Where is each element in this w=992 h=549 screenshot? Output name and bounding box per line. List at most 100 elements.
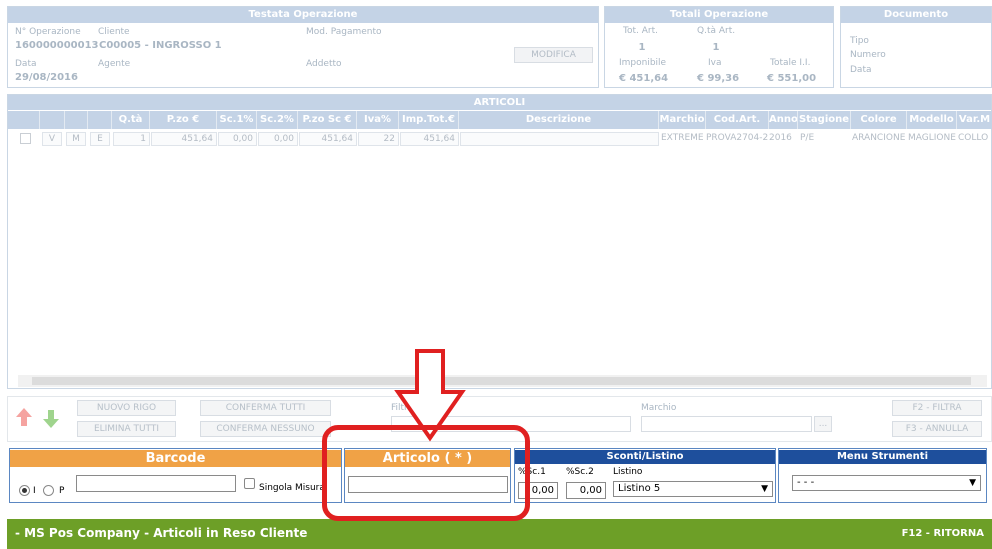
data-label: Data [15,59,37,69]
documento-title: Documento [841,7,991,23]
marchio-filter-label: Marchio [641,403,677,413]
col-m [65,111,88,129]
menu-strumenti-panel: Menu Strumenti - - - ▼ [778,448,987,503]
nuovo-rigo-button[interactable]: NUOVO RIGO [77,400,176,416]
col-anno: Anno [769,111,798,129]
operazione-value: 160000000013 [15,40,99,51]
row-iva[interactable]: 22 [358,132,399,146]
table-row[interactable]: V M E 1 451,64 0,00 0,00 451,64 22 451,6… [8,132,992,146]
row-checkbox[interactable] [20,133,31,144]
elimina-tutti-button[interactable]: ELIMINA TUTTI [77,421,176,437]
listino-select[interactable]: Listino 5 ▼ [613,481,773,497]
modifica-button[interactable]: MODIFICA [514,47,593,63]
arrow-up-icon[interactable] [15,407,33,427]
chevron-down-icon: ▼ [969,478,976,488]
testata-title: Testata Operazione [8,7,598,23]
col-check [8,111,40,129]
status-footer: - MS Pos Company - Articoli in Reso Clie… [7,519,992,549]
qta-art-value: 1 [712,42,720,53]
tipo-label: Tipo [850,36,869,46]
cliente-label: Cliente [98,27,130,37]
col-iva: Iva% [357,111,399,129]
radio-p[interactable] [43,485,54,496]
arrow-down-icon[interactable] [42,409,60,429]
sconti-panel: Sconti/Listino %Sc.1 %Sc.2 Listino 0,00 … [514,448,776,503]
iva-value: € 99,36 [697,73,740,84]
row-stagione: P/E [800,133,815,143]
f2-filtra-button[interactable]: F2 - FILTRA [892,400,982,416]
qta-art-label: Q.tà Art. [697,26,736,36]
agente-label: Agente [98,59,131,69]
conferma-nessuno-button[interactable]: CONFERMA NESSUNO [200,421,331,437]
tot-art-label: Tot. Art. [623,26,658,36]
row-cod-art: PROVA2704-2 [706,133,769,143]
row-sc1[interactable]: 0,00 [218,132,257,146]
pagamento-label: Mod. Pagamento [306,27,382,37]
addetto-label: Addetto [306,59,342,69]
row-var: COLLO [958,133,989,143]
radio-i-dot [22,488,27,493]
sc2-input[interactable]: 0,00 [566,482,606,499]
horizontal-scrollbar[interactable] [18,375,987,387]
footer-title: - MS Pos Company - Articoli in Reso Clie… [15,526,308,540]
imponibile-label: Imponibile [619,58,667,68]
col-marchio: Marchio [659,111,706,129]
chevron-down-icon: ▼ [761,484,768,494]
col-var: Var.M [957,111,992,129]
col-stagione: Stagione [798,111,851,129]
documento-panel: Documento Tipo Numero Data [840,6,992,88]
row-e-button[interactable]: E [90,132,110,146]
barcode-panel: Barcode I P Singola Misura [9,448,342,503]
barcode-title: Barcode [10,450,341,467]
col-sc1: Sc.1% [217,111,257,129]
singola-misura-label: Singola Misura [259,483,325,493]
row-descrizione[interactable] [460,132,659,146]
totale-label: Totale I.I. [770,58,811,68]
col-qta: Q.tà [112,111,150,129]
row-sc2[interactable]: 0,00 [258,132,298,146]
singola-misura-checkbox[interactable] [244,478,255,489]
col-prezzo: P.zo € [150,111,217,129]
row-v-button[interactable]: V [42,132,62,146]
col-sc2: Sc.2% [257,111,298,129]
barcode-input[interactable] [76,475,236,492]
totale-value: € 551,00 [767,73,817,84]
row-prezzo[interactable]: 451,64 [151,132,217,146]
col-v [40,111,65,129]
row-marchio: EXTREME [661,133,704,143]
sconti-title: Sconti/Listino [515,450,775,464]
scrollbar-thumb[interactable] [32,377,971,385]
data-value: 29/08/2016 [15,72,78,83]
testata-panel: Testata Operazione N° Operazione Cliente… [7,6,599,88]
articoli-table: ARTICOLI Q.tà P.zo € Sc.1% Sc.2% P.zo Sc… [7,94,992,389]
f3-annulla-button[interactable]: F3 - ANNULLA [892,421,982,437]
row-imp-tot: 451,64 [400,132,459,146]
col-modello: Modello [907,111,957,129]
menu-strumenti-select[interactable]: - - - ▼ [792,475,981,491]
conferma-tutti-button[interactable]: CONFERMA TUTTI [200,400,331,416]
row-prezzo-sc[interactable]: 451,64 [299,132,357,146]
tot-art-value: 1 [638,42,646,53]
ritorna-button[interactable]: F12 - RITORNA [902,528,984,539]
col-descrizione: Descrizione [459,111,659,129]
row-modello: MAGLIONE [908,133,956,143]
col-colore: Colore [851,111,907,129]
col-prezzo-sc: P.zo Sc € [298,111,357,129]
marchio-lookup-button[interactable]: ... [814,416,832,432]
radio-i[interactable] [19,485,30,496]
app-root: Testata Operazione N° Operazione Cliente… [0,0,992,549]
row-qta[interactable]: 1 [113,132,150,146]
cliente-value: C00005 - INGROSSO 1 [99,40,222,51]
radio-p-label: P [59,486,65,496]
marchio-filter-field[interactable] [641,416,812,432]
table-header: Q.tà P.zo € Sc.1% Sc.2% P.zo Sc € Iva% I… [8,111,992,129]
menu-strumenti-title: Menu Strumenti [779,450,986,464]
annotation-highlight-box [322,425,530,521]
numero-label: Numero [850,50,886,60]
listino-label: Listino [613,467,643,477]
sc2-label: %Sc.2 [566,467,594,477]
row-colore: ARANCIONE [852,133,906,143]
row-m-button[interactable]: M [66,132,86,146]
col-imp-tot: Imp.Tot.€ [399,111,459,129]
totali-title: Totali Operazione [605,7,833,23]
